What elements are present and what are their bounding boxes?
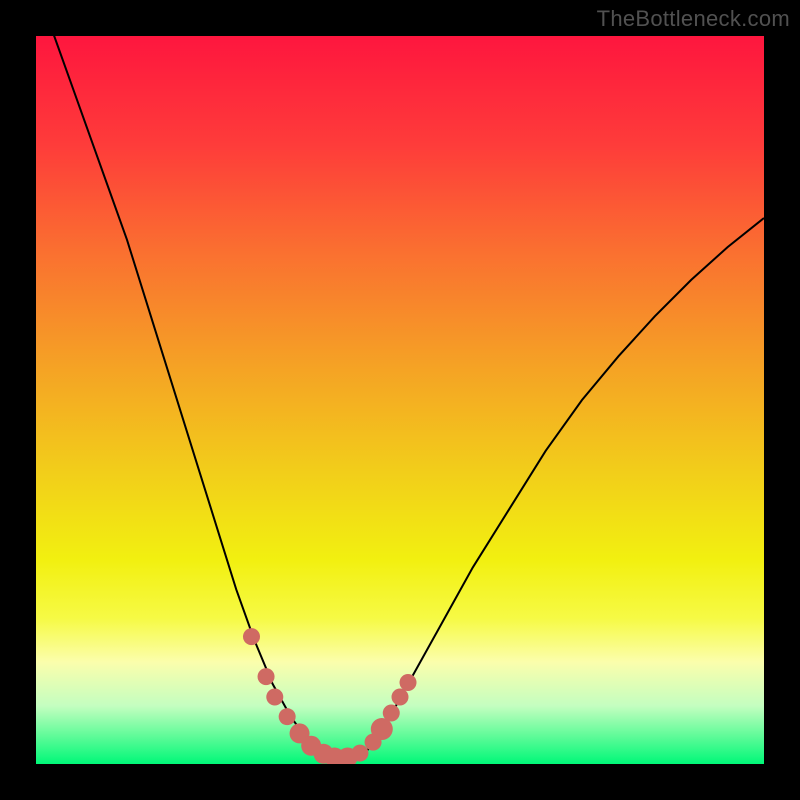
- curve-marker: [392, 689, 409, 706]
- curve-marker: [351, 745, 368, 762]
- chart-container: TheBottleneck.com: [0, 0, 800, 800]
- curve-markers: [243, 628, 417, 764]
- watermark-text: TheBottleneck.com: [597, 6, 790, 32]
- curve-marker: [243, 628, 260, 645]
- curve-marker: [258, 668, 275, 685]
- curve-layer: [36, 36, 764, 764]
- curve-marker: [371, 718, 393, 740]
- curve-marker: [279, 708, 296, 725]
- curve-marker: [400, 674, 417, 691]
- bottleneck-curve: [36, 36, 764, 760]
- curve-marker: [383, 705, 400, 722]
- curve-marker: [266, 689, 283, 706]
- plot-area: [36, 36, 764, 764]
